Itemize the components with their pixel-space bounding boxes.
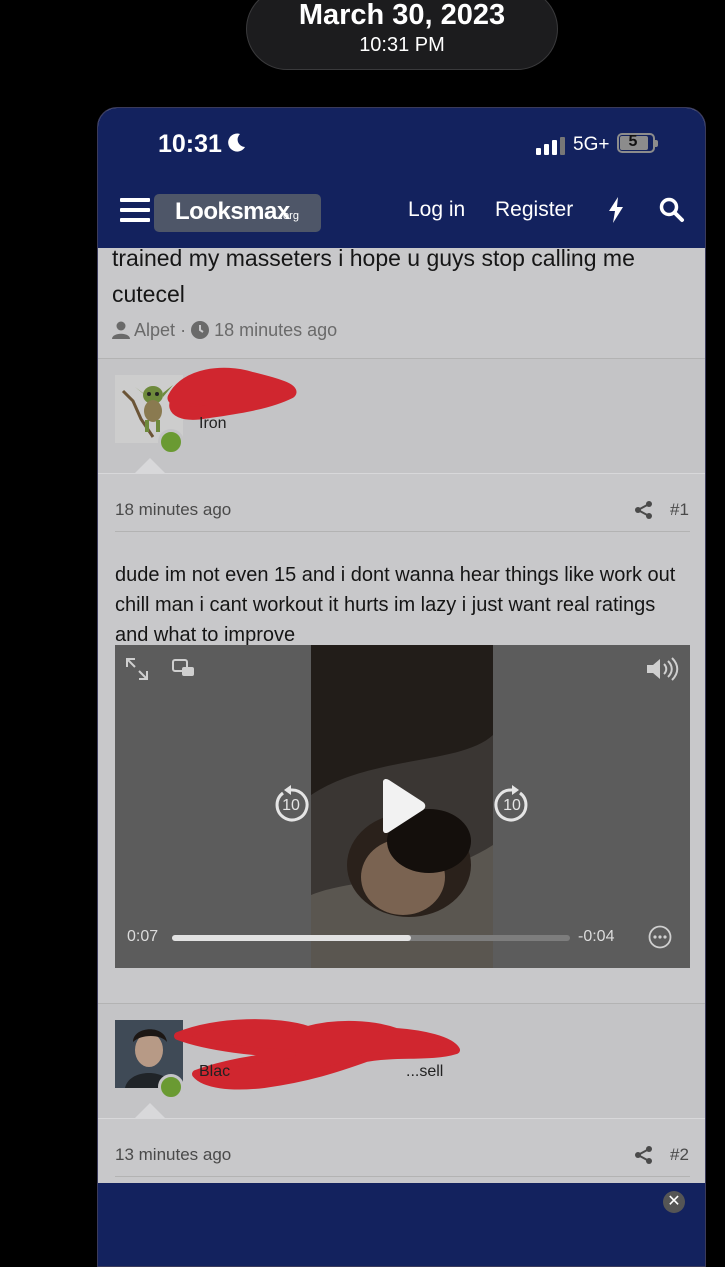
play-icon[interactable] <box>377 778 427 834</box>
site-logo[interactable]: Looksmax .org <box>154 194 321 232</box>
close-icon[interactable]: ✕ <box>663 1191 685 1213</box>
online-status-dot <box>158 429 184 455</box>
divider <box>115 531 690 532</box>
more-options-icon[interactable] <box>648 925 672 949</box>
overlay-date: March 30, 2023 <box>298 0 506 31</box>
post-notch <box>135 1103 165 1118</box>
status-time: 10:31 <box>158 130 222 158</box>
forward-seconds: 10 <box>503 797 521 814</box>
post-2-body: 13 minutes ago #2 <box>98 1118 705 1188</box>
hamburger-menu-icon[interactable] <box>120 198 150 226</box>
moon-icon <box>228 133 245 152</box>
thread-meta: Alpet · 18 minutes ago <box>112 320 337 341</box>
network-label: 5G+ <box>573 134 610 155</box>
login-link[interactable]: Log in <box>408 198 465 222</box>
date-overlay: March 30, 2023 10:31 PM <box>246 0 558 70</box>
divider <box>115 1176 690 1177</box>
post-text: dude im not even 15 and i dont wanna hea… <box>115 564 676 646</box>
post-1-header: Iron <box>98 359 705 473</box>
rewind-10-button[interactable]: 10 <box>272 785 310 825</box>
post-username-tail: ...sell <box>406 1063 444 1080</box>
lightning-icon[interactable] <box>607 197 625 223</box>
progress-fill <box>172 935 411 941</box>
logo-text: Looksmax <box>175 198 290 225</box>
search-icon[interactable] <box>659 197 685 223</box>
site-navbar: Looksmax .org Log in Register <box>98 180 705 248</box>
phone-screen: 10:31 5G+ 5 Looksmax .org Log in Registe… <box>97 107 706 1267</box>
thread-time: 18 minutes ago <box>214 320 338 340</box>
share-icon[interactable] <box>635 501 653 519</box>
user-icon <box>112 321 130 339</box>
bottom-ad-banner[interactable] <box>98 1183 705 1266</box>
status-bar: 10:31 5G+ 5 <box>98 108 705 180</box>
forward-10-button[interactable]: 10 <box>493 785 531 825</box>
video-player[interactable]: 10 10 0:07 -0:04 <box>115 645 690 968</box>
post-username[interactable]: Blac <box>199 1063 230 1081</box>
signal-icon <box>536 137 565 155</box>
overlay-time: 10:31 PM <box>359 34 445 56</box>
battery-level: 5 <box>628 133 638 150</box>
post-number-link[interactable]: #1 <box>670 500 689 520</box>
picture-in-picture-icon[interactable] <box>172 659 196 679</box>
register-link[interactable]: Register <box>495 198 573 222</box>
logo-suffix: .org <box>280 210 299 222</box>
redaction-scribble <box>167 367 297 420</box>
volume-icon[interactable] <box>645 657 679 681</box>
elapsed-time: 0:07 <box>127 928 159 945</box>
thread-title: trained my masseters i hope u guys stop … <box>112 245 635 307</box>
post-username[interactable]: Iron <box>199 415 227 433</box>
thread-author[interactable]: Alpet <box>134 320 175 340</box>
share-icon[interactable] <box>635 1146 653 1164</box>
remaining-time: -0:04 <box>578 928 615 945</box>
post-notch <box>135 458 165 473</box>
expand-icon[interactable] <box>125 657 149 681</box>
progress-bar[interactable] <box>172 935 570 941</box>
post-date: 13 minutes ago <box>115 1145 232 1164</box>
post-number-link[interactable]: #2 <box>670 1145 689 1165</box>
post-1-body: 18 minutes ago #1 dude im not even 15 an… <box>98 473 705 996</box>
battery-icon: 5 <box>617 133 658 153</box>
post-2-header: Blac ...sell <box>98 1004 705 1118</box>
meta-separator: · <box>180 320 187 340</box>
clock-icon <box>191 321 210 339</box>
rewind-seconds: 10 <box>282 797 300 814</box>
post-date: 18 minutes ago <box>115 500 232 519</box>
